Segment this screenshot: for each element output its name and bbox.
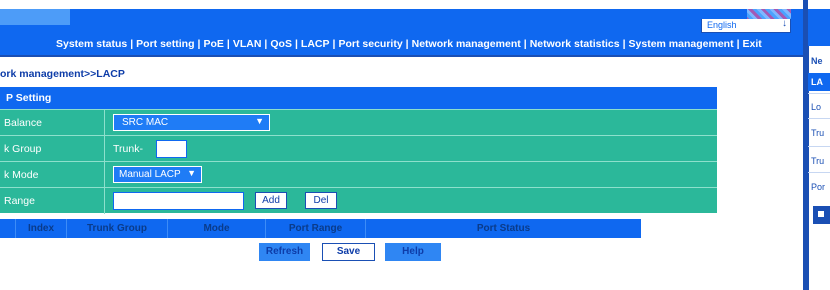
nav-port-setting[interactable]: Port setting — [136, 38, 194, 50]
row-divider — [104, 162, 105, 188]
side-banner — [808, 9, 830, 46]
del-button[interactable]: Del — [305, 192, 337, 209]
column-trunk-group: Trunk Group — [87, 223, 147, 234]
nav-exit[interactable]: Exit — [743, 38, 762, 50]
side-menu-item-trunk-1[interactable]: Tru — [811, 128, 824, 138]
row-divider — [104, 110, 105, 136]
side-menu-item-load[interactable]: Lo — [811, 102, 821, 112]
trunk-table-header: Index Trunk Group Mode Port Range Port S… — [0, 219, 641, 238]
side-menu-divider — [808, 172, 830, 173]
trunk-mode-label: k Mode — [4, 169, 39, 181]
side-menu-item-port[interactable]: Por — [811, 182, 825, 192]
row-trunk-mode: k Mode Manual LACP ▼ — [0, 161, 717, 188]
help-button[interactable]: Help — [385, 243, 441, 261]
nav-qos[interactable]: QoS — [270, 38, 292, 50]
top-banner: English ↓ System status | Port setting | PoE… — [0, 9, 803, 55]
square-icon — [818, 211, 824, 217]
language-select-value: English — [707, 20, 737, 30]
nav-separator: | — [405, 38, 409, 50]
nav-network-statistics[interactable]: Network statistics — [530, 38, 620, 50]
trunk-group-input[interactable] — [156, 140, 187, 158]
row-trunk-group: k Group Trunk- — [0, 135, 717, 162]
panel-title: P Setting — [6, 92, 52, 104]
port-range-label: Range — [4, 195, 35, 207]
panel-header: P Setting — [0, 87, 717, 109]
column-port-status: Port Status — [476, 223, 531, 234]
main-nav: System status | Port setting | PoE | VLAN | QoS |… — [56, 38, 762, 50]
side-menu-item-trunk-2[interactable]: Tru — [811, 156, 824, 166]
nav-system-status[interactable]: System status — [56, 38, 127, 50]
frame-divider — [0, 55, 803, 57]
column-port-range: Port Range — [288, 223, 343, 234]
nav-separator: | — [226, 38, 230, 50]
refresh-button[interactable]: Refresh — [259, 243, 310, 261]
breadcrumb: ork management>>LACP — [0, 68, 125, 80]
language-select[interactable]: English ↓ — [701, 18, 791, 33]
lacp-form: Balance SRC MAC ▼ k Group Trunk- k Mode … — [0, 109, 717, 214]
caret-down-icon: ▼ — [255, 116, 264, 126]
load-balance-label: Balance — [4, 117, 42, 129]
nav-vlan[interactable]: VLAN — [233, 38, 262, 50]
trunk-prefix-label: Trunk- — [113, 143, 143, 155]
load-balance-value: SRC MAC — [122, 117, 169, 128]
side-menu-divider — [808, 118, 830, 119]
column-mode: Mode — [203, 223, 230, 234]
column-index: Index — [27, 223, 55, 234]
trunk-group-label: k Group — [4, 143, 42, 155]
row-divider — [104, 188, 105, 214]
nav-separator: | — [736, 38, 740, 50]
side-menu-frame: Ne LA Lo Tru Tru Por — [803, 0, 830, 290]
load-balance-select[interactable]: SRC MAC ▼ — [113, 114, 270, 131]
row-port-range: Range Add Del — [0, 187, 717, 214]
nav-system-management[interactable]: System management — [629, 38, 734, 50]
row-load-balance: Balance SRC MAC ▼ — [0, 109, 717, 136]
nav-poe[interactable]: PoE — [203, 38, 223, 50]
save-button[interactable]: Save — [322, 243, 375, 261]
nav-separator: | — [130, 38, 134, 50]
trunk-mode-select[interactable]: Manual LACP ▼ — [113, 166, 202, 183]
caret-down-icon: ▼ — [187, 168, 196, 178]
side-menu-title: Ne — [811, 56, 823, 66]
side-menu-divider — [808, 93, 830, 94]
row-divider — [104, 136, 105, 162]
nav-separator: | — [294, 38, 298, 50]
port-range-input[interactable] — [113, 192, 244, 210]
banner-logo-area — [0, 9, 70, 25]
nav-port-security[interactable]: Port security — [338, 38, 402, 50]
nav-separator: | — [523, 38, 527, 50]
trunk-mode-value: Manual LACP — [119, 169, 181, 180]
side-menu-item-lacp[interactable]: LA — [811, 77, 823, 87]
nav-lacp[interactable]: LACP — [301, 38, 330, 50]
side-menu-divider — [808, 146, 830, 147]
nav-separator: | — [622, 38, 626, 50]
nav-network-management[interactable]: Network management — [412, 38, 521, 50]
chevron-down-icon: ↓ — [782, 18, 787, 29]
add-button[interactable]: Add — [255, 192, 287, 209]
main-frame: English ↓ System status | Port setting | PoE… — [0, 0, 803, 290]
